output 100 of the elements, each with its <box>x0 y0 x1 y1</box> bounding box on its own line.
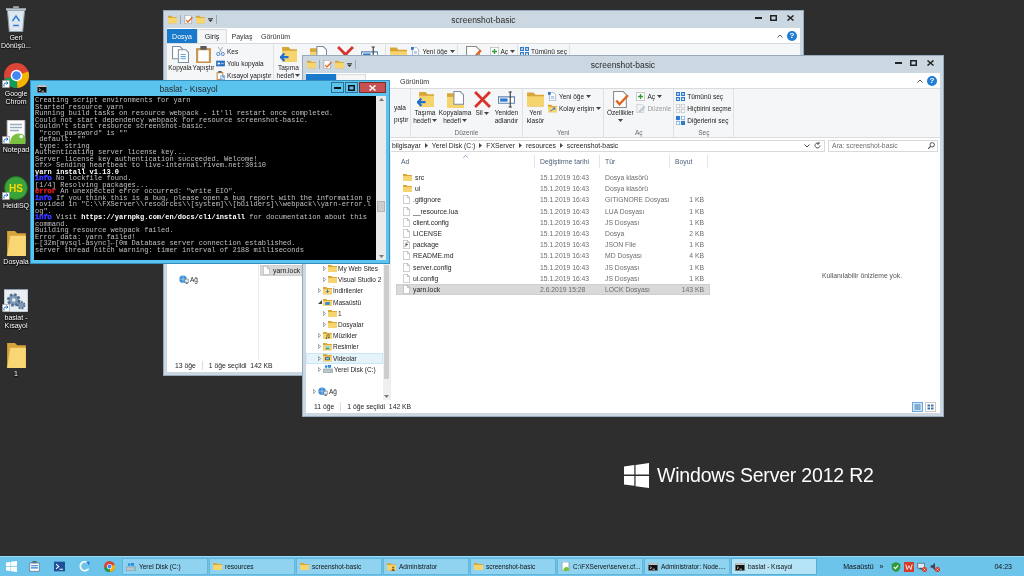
downloads-folder-icon <box>323 287 332 295</box>
paste-shortcut-icon <box>216 70 225 80</box>
close-icon <box>369 84 376 91</box>
folder-user-icon <box>387 562 396 571</box>
properties-icon[interactable] <box>184 15 193 24</box>
chevron-up-icon[interactable] <box>777 33 783 38</box>
file-icon <box>403 229 410 239</box>
easy-access-icon <box>548 103 557 113</box>
pictures-folder-icon <box>323 343 332 351</box>
notepad-icon[interactable] <box>4 120 28 144</box>
scroll-down-icon[interactable] <box>378 255 384 258</box>
folder-icon[interactable] <box>6 343 26 368</box>
new-item-icon <box>411 46 421 56</box>
folder-icon <box>527 91 544 108</box>
minimize-icon <box>754 16 762 19</box>
select-all-icon <box>676 91 686 101</box>
properties-icon[interactable] <box>323 60 332 69</box>
window-title: baslat - Kısayol <box>159 83 218 94</box>
maximize-icon <box>909 59 917 66</box>
file-icon <box>263 266 270 276</box>
help-button[interactable]: ? <box>927 75 937 86</box>
scroll-up-icon[interactable] <box>378 98 384 101</box>
window-title: screenshot-basic <box>451 14 516 25</box>
properties-icon <box>611 91 629 108</box>
folder-icon <box>403 173 412 182</box>
close-icon <box>927 59 934 66</box>
clipboard-icon <box>195 46 212 63</box>
toolbox-icon[interactable] <box>29 561 40 572</box>
chevron-right-icon <box>559 143 563 148</box>
maximize-button[interactable] <box>345 82 358 93</box>
maximize-icon <box>769 14 777 21</box>
folder-icon <box>328 264 337 273</box>
delete-icon <box>336 46 354 55</box>
curved-arrow-icon[interactable] <box>79 561 90 572</box>
new-item-icon <box>548 91 557 101</box>
drive-icon <box>323 365 333 374</box>
minimize-icon <box>894 61 902 64</box>
rename-icon <box>361 46 379 55</box>
select-none-icon <box>676 103 686 113</box>
thumbnails-view-icon[interactable] <box>925 401 936 412</box>
close-button[interactable] <box>359 82 386 93</box>
delete-icon <box>473 91 491 108</box>
open-icon <box>636 91 646 101</box>
minimize-button[interactable] <box>331 82 344 93</box>
app-icon[interactable] <box>904 561 915 572</box>
wallpaper-logo-text: Windows Server 2012 R2 <box>657 464 874 487</box>
drive-icon <box>126 562 136 571</box>
chevron-down-icon[interactable] <box>804 143 810 148</box>
folder-icon <box>474 562 483 571</box>
maximize-icon <box>348 84 355 91</box>
path-icon <box>216 58 225 68</box>
network-status-icon[interactable] <box>917 561 928 572</box>
recycle-bin-icon[interactable] <box>6 6 26 32</box>
console-app-icon <box>735 562 745 571</box>
rename-icon <box>498 91 515 108</box>
move-to-folder-icon <box>416 91 434 108</box>
shield-icon[interactable] <box>891 561 902 572</box>
properties-icon <box>465 46 482 55</box>
videos-folder-icon <box>323 354 332 362</box>
folder-icon <box>328 276 337 284</box>
start-icon[interactable] <box>5 561 17 572</box>
move-to-folder-icon <box>279 46 297 63</box>
notepad-icon <box>561 562 570 571</box>
chevron-right-icon <box>479 143 483 148</box>
music-folder-icon <box>323 332 332 340</box>
folder-icon <box>300 562 309 571</box>
terminal-icon[interactable] <box>54 561 65 572</box>
folder-icon <box>213 562 222 571</box>
gears-icon[interactable] <box>4 288 28 312</box>
scroll-down-icon[interactable] <box>384 395 389 398</box>
folder-icon <box>328 320 337 329</box>
caret-icon[interactable] <box>347 62 352 67</box>
ribbon-button[interactable] <box>335 45 356 55</box>
scrollbar-thumb[interactable] <box>377 201 385 212</box>
desktop-folder-icon <box>323 298 332 306</box>
search-icon[interactable] <box>928 142 935 149</box>
volume-icon[interactable] <box>930 561 941 572</box>
open-icon <box>489 46 499 56</box>
window-title: screenshot-basic <box>590 59 656 70</box>
scrollbar-thumb[interactable] <box>384 265 389 379</box>
script-file-icon <box>403 240 410 250</box>
scissors-icon <box>216 46 225 56</box>
close-icon <box>787 14 794 21</box>
copy-to-folder-icon <box>446 91 464 108</box>
network-icon <box>318 387 328 397</box>
help-button[interactable]: ? <box>787 30 797 41</box>
folder-icon[interactable] <box>6 231 26 256</box>
flag-logo-icon <box>624 463 649 488</box>
copy-icon <box>171 46 189 63</box>
network-icon <box>179 275 189 285</box>
chevron-right-icon <box>519 143 522 148</box>
folder-icon <box>403 185 412 193</box>
console-app-icon <box>648 562 658 571</box>
browser-icon[interactable] <box>3 63 29 88</box>
invert-selection-icon <box>676 115 686 125</box>
refresh-icon[interactable] <box>814 142 821 149</box>
chevron-right-icon <box>424 143 428 148</box>
console-app-icon <box>37 84 47 93</box>
caret-icon[interactable] <box>208 17 213 22</box>
chevron-up-icon[interactable] <box>917 78 923 83</box>
